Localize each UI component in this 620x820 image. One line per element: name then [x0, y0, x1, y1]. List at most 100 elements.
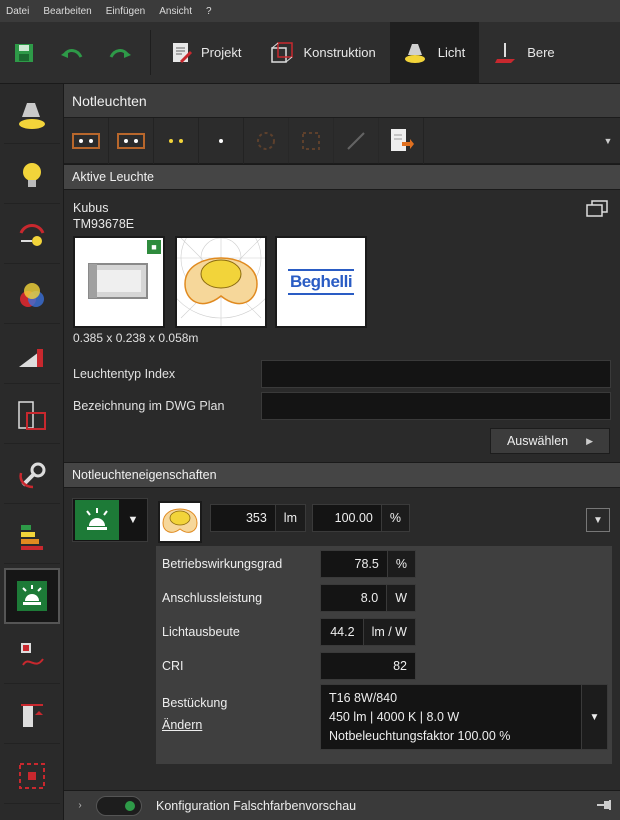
single-point-button[interactable] [199, 117, 244, 164]
tab-licht-label: Licht [437, 45, 466, 60]
tab-konstruktion[interactable]: Konstruktion [255, 22, 389, 83]
emergency-properties-section: ▼ 353 lm 100.00 % ▼ Betriebswirkungsgrad… [64, 488, 620, 798]
two-points-icon [169, 138, 183, 143]
luminaire-article: TM93678E [73, 217, 135, 231]
luminaire-photo[interactable]: ■ [73, 236, 165, 328]
sidebar-item-rooms[interactable] [4, 388, 60, 444]
dimming-ramp-icon [19, 348, 43, 367]
sidebar-item-luminaires[interactable] [4, 88, 60, 144]
toolbar-overflow-chevron-icon[interactable]: ▼ [596, 136, 620, 146]
luminaire-name: Kubus [73, 201, 109, 215]
efficiency-value: 78.5 [354, 557, 379, 571]
color-mix-icon [20, 282, 44, 307]
arrange-circle-icon [257, 131, 275, 150]
menu-bearbeiten[interactable]: Bearbeiten [43, 6, 91, 17]
equipment-line-2: 450 lm | 4000 K | 8.0 W [329, 710, 460, 724]
lumen-field[interactable]: 353 lm [210, 504, 306, 532]
efficiency-field[interactable]: 78.5 % [320, 550, 416, 578]
efficacy-value: 44.2 [330, 625, 355, 639]
copy-luminaire-button[interactable] [586, 200, 608, 221]
false-color-toggle[interactable] [96, 795, 142, 816]
type-index-label: Leuchtentyp Index [73, 367, 176, 381]
tab-licht[interactable]: Licht [389, 22, 480, 83]
export-document-button[interactable] [379, 117, 424, 164]
arrange-grid-button[interactable] [289, 117, 334, 164]
light-distribution-curve[interactable] [160, 197, 282, 328]
false-color-config-bar[interactable]: › Konfiguration Falschfarbenvorschau [64, 790, 620, 820]
mini-light-distribution[interactable] [158, 501, 202, 543]
active-luminaire-section: Kubus TM93678E ■ Beghelli 0.385 x 0.238 … [64, 190, 620, 462]
arrange-line-button[interactable] [334, 117, 379, 164]
arrange-line-icon [347, 131, 365, 150]
light-switch-icon [19, 223, 45, 246]
boxed-luminaire-button[interactable] [109, 117, 154, 164]
lumen-value: 353 [245, 511, 267, 525]
type-index-input[interactable] [261, 360, 611, 388]
efficacy-field[interactable]: 44.2 lm / W [320, 618, 416, 646]
dwg-label-input[interactable] [261, 392, 611, 420]
sidebar-item-signs[interactable] [4, 628, 60, 684]
sidebar-item-lamps[interactable] [4, 148, 60, 204]
menu-help[interactable]: ? [206, 6, 212, 17]
active-luminaire-header[interactable]: Aktive Leuchte [64, 164, 620, 190]
sidebar-item-escape-route[interactable] [4, 748, 60, 804]
wrench-icon [19, 462, 46, 488]
room-layout-icon [18, 400, 46, 430]
false-color-label: Konfiguration Falschfarbenvorschau [156, 798, 357, 813]
calculation-icon [495, 42, 516, 63]
two-points-button[interactable] [154, 117, 199, 164]
left-sidebar [0, 84, 64, 820]
equipment-dropdown[interactable]: T16 8W/840 450 lm | 4000 K | 8.0 W Notbe… [320, 684, 608, 750]
sidebar-item-colors[interactable] [4, 268, 60, 324]
arrange-grid-icon [302, 131, 320, 150]
undo-button[interactable] [48, 22, 96, 83]
sidebar-item-dimming[interactable] [4, 328, 60, 384]
save-icon [15, 43, 33, 62]
tab-berechnung-label: Bere [527, 45, 555, 60]
luminaire-name-block: Kubus TM93678E [73, 200, 134, 232]
menu-bar: Datei Bearbeiten Einfügen Ansicht ? [0, 0, 620, 22]
sidebar-item-maintenance[interactable] [4, 448, 60, 504]
power-field[interactable]: 8.0 W [320, 584, 416, 612]
pin-icon[interactable] [596, 798, 612, 815]
menu-einfuegen[interactable]: Einfügen [106, 6, 145, 17]
emergency-mode-dropdown[interactable]: ▼ [72, 498, 148, 542]
main-toolbar: Projekt Konstruktion Licht Bere [0, 22, 620, 84]
emergency-light-icon [17, 581, 47, 611]
ceiling-lamp-icon [19, 102, 45, 129]
dwg-label: Bezeichnung im DWG Plan [73, 399, 225, 413]
percent-field[interactable]: 100.00 % [312, 504, 410, 532]
light-bulb-icon [23, 162, 41, 187]
double-luminaire-button[interactable] [64, 117, 109, 164]
tab-berechnung[interactable]: Bere [479, 22, 555, 83]
double-luminaire-icon [72, 132, 100, 149]
sidebar-item-control[interactable] [4, 208, 60, 264]
cri-field[interactable]: 82 [320, 652, 416, 680]
arrange-circle-button[interactable] [244, 117, 289, 164]
equipment-line-3: Notbeleuchtungsfaktor 100.00 % [329, 729, 511, 743]
panel-title: Notleuchten [64, 84, 620, 118]
sidebar-item-emergency[interactable] [4, 568, 60, 624]
cri-label: CRI [162, 659, 184, 673]
redo-button[interactable] [96, 22, 144, 83]
type-index-row: Leuchtentyp Index [64, 360, 620, 388]
change-equipment-link[interactable]: Ändern [162, 718, 202, 732]
chevron-down-icon: ▼ [127, 514, 139, 526]
tab-projekt[interactable]: Projekt [157, 22, 255, 83]
undo-icon [61, 48, 83, 58]
sidebar-item-energy[interactable] [4, 508, 60, 564]
percent-unit: % [380, 505, 409, 531]
menu-datei[interactable]: Datei [6, 6, 29, 17]
equipment-label: Bestückung [162, 696, 228, 710]
select-luminaire-button[interactable]: Auswählen ▶ [490, 428, 610, 454]
select-luminaire-label: Auswählen [506, 434, 569, 448]
save-button[interactable] [0, 22, 48, 83]
project-icon [173, 42, 193, 63]
sidebar-item-exit[interactable] [4, 688, 60, 744]
expand-arrow-icon[interactable]: › [64, 800, 96, 811]
menu-ansicht[interactable]: Ansicht [159, 6, 192, 17]
emergency-properties-header[interactable]: Notleuchteneigenschaften [64, 462, 620, 488]
efficacy-unit: lm / W [362, 619, 415, 645]
expand-details-button[interactable]: ▼ [586, 508, 610, 532]
emergency-details-panel: Betriebswirkungsgrad 78.5 % Anschlusslei… [156, 546, 612, 764]
